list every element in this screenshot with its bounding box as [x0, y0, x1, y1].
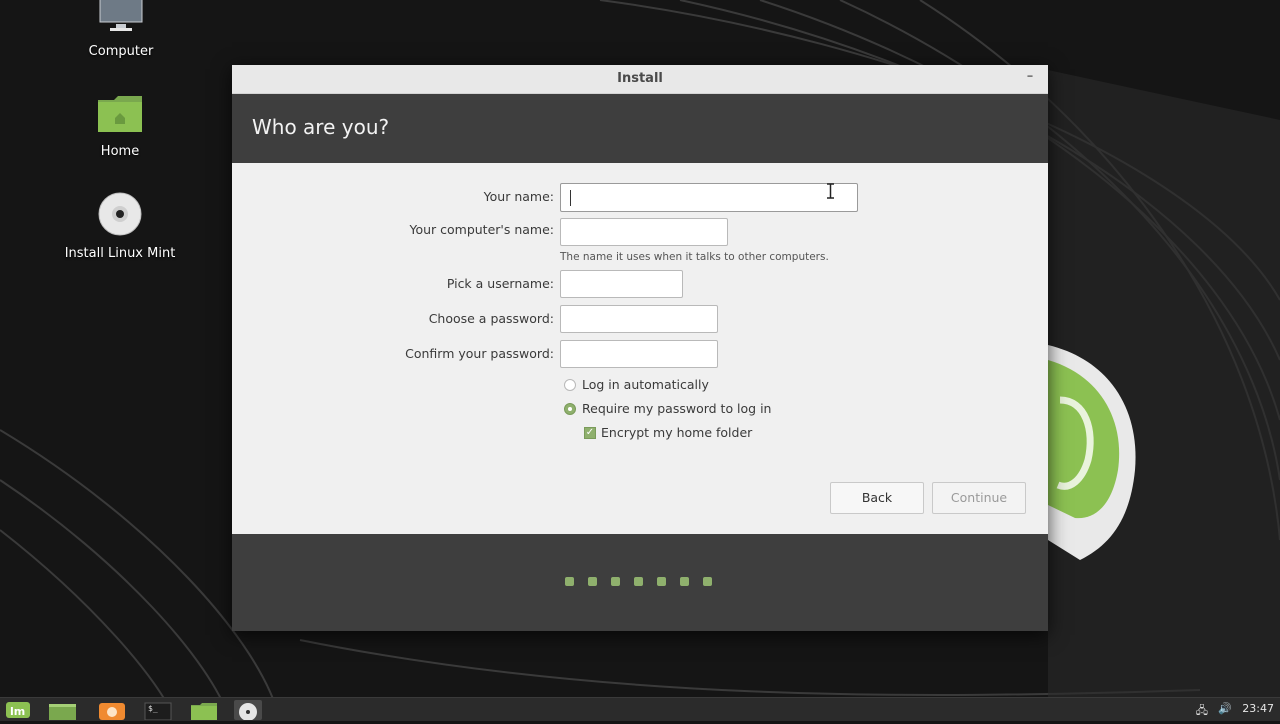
- username-label: Pick a username:: [446, 276, 554, 291]
- network-icon[interactable]: 🖧: [1196, 702, 1208, 721]
- continue-button[interactable]: Continue: [932, 482, 1026, 514]
- mint-menu-icon[interactable]: lm: [4, 700, 32, 720]
- progress-dot: [657, 577, 666, 586]
- user-form: Your name: Your computer's name: The nam…: [232, 163, 1048, 535]
- home-folder-icon: [50, 94, 190, 138]
- password-input[interactable]: [560, 305, 718, 333]
- progress-dot: [634, 577, 643, 586]
- page-header: Who are you?: [232, 94, 1048, 163]
- computer-name-hint: The name it uses when it talks to other …: [560, 251, 829, 263]
- window-title: Install: [617, 71, 663, 86]
- progress-footer: [232, 534, 1048, 631]
- option-label: Log in automatically: [582, 377, 709, 392]
- your-name-input[interactable]: [560, 183, 858, 212]
- desktop-icon-label: Computer: [88, 44, 154, 59]
- computer-name-input[interactable]: [560, 218, 728, 246]
- checkbox-checked-icon[interactable]: ✓: [584, 426, 596, 439]
- page-title: Who are you?: [252, 115, 390, 139]
- your-name-label: Your name:: [483, 189, 554, 204]
- minimize-button[interactable]: –: [1022, 65, 1038, 93]
- encrypt-home-option[interactable]: ✓ Encrypt my home folder: [584, 425, 752, 440]
- computer-name-label: Your computer's name:: [409, 222, 554, 237]
- svg-text:$_: $_: [148, 704, 158, 713]
- desktop-icon-label: Home: [100, 144, 140, 159]
- disc-icon: [50, 192, 190, 240]
- files-icon[interactable]: [190, 700, 218, 720]
- option-label: Encrypt my home folder: [601, 425, 753, 440]
- taskbar: lm $_ 🖧 🔊 23:47: [0, 697, 1280, 721]
- firefox-icon[interactable]: [98, 700, 126, 720]
- username-input[interactable]: [560, 270, 683, 298]
- progress-dot: [588, 577, 597, 586]
- computer-icon: [51, 0, 191, 38]
- password-label: Choose a password:: [428, 311, 554, 326]
- option-label: Require my password to log in: [582, 401, 772, 416]
- show-desktop-icon[interactable]: [48, 700, 77, 720]
- text-caret: [570, 190, 571, 206]
- desktop-icon-label: Install Linux Mint: [64, 246, 176, 261]
- clock[interactable]: 23:47: [1242, 702, 1274, 715]
- installer-window: Install – Who are you? Your name: Your c…: [232, 65, 1048, 631]
- volume-icon[interactable]: 🔊: [1218, 702, 1232, 715]
- desktop-icon-computer[interactable]: Computer: [51, 0, 191, 59]
- require-password-option[interactable]: Require my password to log in: [564, 401, 771, 416]
- window-titlebar[interactable]: Install –: [232, 65, 1048, 94]
- desktop-icon-install-linux-mint[interactable]: Install Linux Mint: [50, 192, 190, 261]
- confirm-password-input[interactable]: [560, 340, 718, 368]
- log-in-automatically-option[interactable]: Log in automatically: [564, 377, 709, 392]
- terminal-icon[interactable]: $_: [144, 700, 172, 721]
- desktop-icon-home[interactable]: Home: [50, 94, 190, 159]
- svg-text:lm: lm: [10, 705, 25, 718]
- back-button[interactable]: Back: [830, 482, 924, 514]
- progress-dot: [680, 577, 689, 586]
- radio-button-selected[interactable]: [564, 402, 576, 415]
- progress-dot: [565, 577, 574, 586]
- progress-dot: [611, 577, 620, 586]
- radio-button[interactable]: [564, 378, 576, 391]
- progress-dot: [703, 577, 712, 586]
- confirm-password-label: Confirm your password:: [405, 346, 554, 361]
- ibeam-cursor-icon: [827, 183, 834, 199]
- installer-taskbar-icon[interactable]: [234, 700, 262, 721]
